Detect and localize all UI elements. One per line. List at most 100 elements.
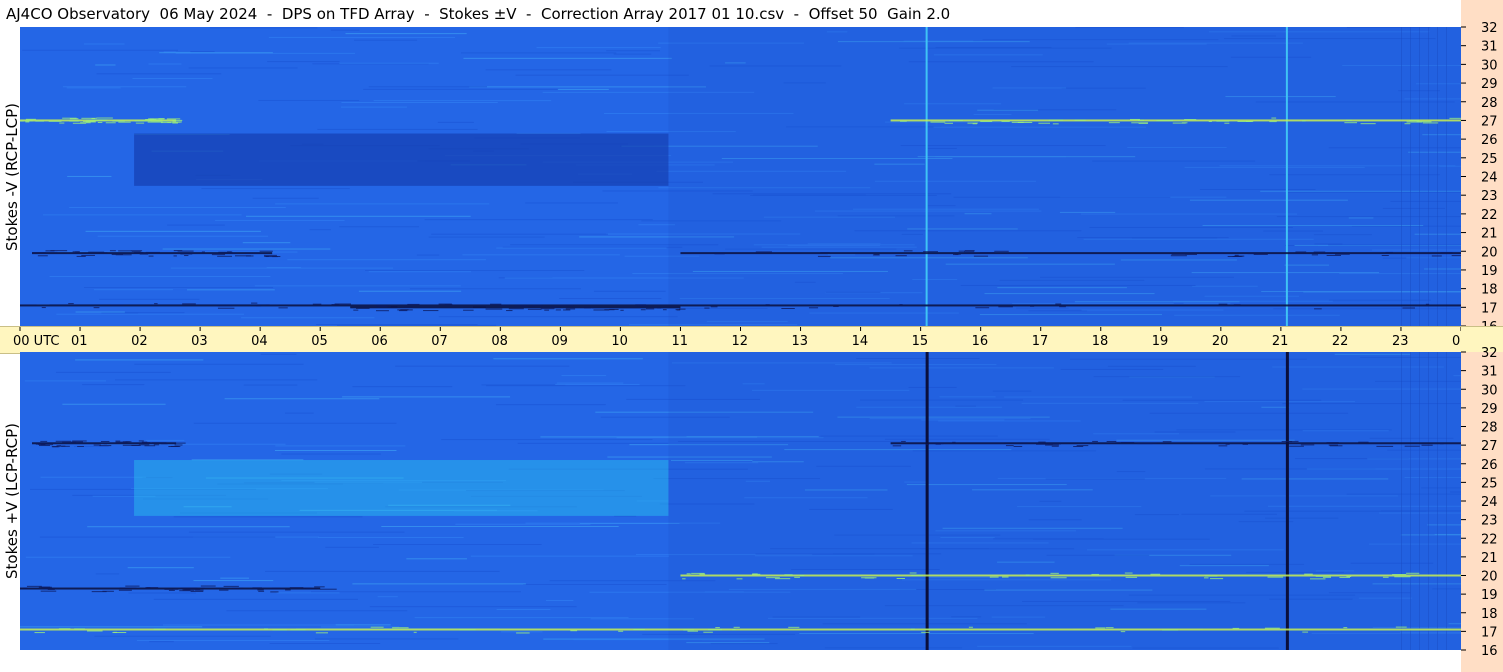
freq-tick-label: 28	[1481, 421, 1498, 436]
band-speckle	[190, 590, 204, 592]
band-speckle	[820, 252, 830, 254]
band-speckle	[115, 440, 121, 442]
band-speckle	[36, 442, 52, 444]
band-speckle	[172, 121, 182, 123]
noise-streak	[209, 27, 318, 29]
band-speckle	[1023, 252, 1040, 254]
band-speckle	[182, 303, 196, 305]
band-speckle	[1394, 576, 1411, 578]
band-speckle	[438, 303, 452, 305]
noise-streak	[153, 598, 359, 600]
noise-streak	[339, 62, 439, 64]
noise-streak	[275, 203, 490, 205]
band-speckle	[1381, 255, 1389, 257]
band-speckle	[139, 253, 149, 255]
band-speckle	[93, 307, 100, 309]
noise-streak	[555, 383, 640, 385]
band-speckle	[76, 255, 86, 257]
band-speckle	[1311, 254, 1319, 256]
band-speckle	[1137, 443, 1153, 445]
band-speckle	[1395, 626, 1407, 628]
noise-streak	[99, 298, 200, 300]
noise-streak	[373, 100, 552, 102]
band-speckle	[1409, 120, 1420, 122]
noise-streak	[317, 128, 478, 130]
band-speckle	[211, 254, 226, 256]
band-speckle	[91, 591, 107, 593]
vertical-line-dark	[1285, 352, 1289, 650]
band-speckle	[896, 577, 905, 579]
band-speckle	[25, 121, 30, 123]
band-speckle	[51, 446, 59, 448]
band-speckle	[508, 308, 524, 310]
time-tick-label: 14	[852, 334, 869, 349]
freq-tick-label: 17	[1481, 301, 1498, 316]
band-speckle	[138, 440, 144, 442]
band-speckle	[270, 591, 279, 593]
band-speckle	[1013, 445, 1023, 447]
time-tick-label: 19	[1152, 334, 1169, 349]
band-speckle	[1115, 442, 1127, 444]
band-speckle	[1431, 255, 1442, 257]
band-speckle	[1404, 123, 1411, 125]
noise-streak	[517, 442, 669, 444]
band-speckle	[103, 443, 107, 445]
band-speckle	[1078, 442, 1095, 444]
noise-streak	[287, 259, 486, 261]
freq-tick-label: 26	[1481, 458, 1498, 473]
frequency-axis-top-ticks: 1617181920212223242526272829303132	[1461, 21, 1498, 335]
band-speckle	[1170, 255, 1187, 257]
band-speckle	[314, 586, 325, 588]
band-bright	[20, 628, 1461, 631]
band-speckle	[234, 255, 251, 257]
band-speckle	[1440, 443, 1444, 445]
noise-streak	[424, 219, 653, 221]
band-speckle	[1233, 304, 1241, 306]
noise-streak	[363, 88, 559, 90]
band-speckle	[921, 631, 930, 633]
noise-streak	[495, 404, 606, 406]
noise-streak	[269, 642, 381, 644]
band-speckle	[527, 308, 542, 310]
noise-streak	[536, 47, 661, 49]
band-speckle	[593, 309, 610, 311]
band-speckle	[708, 629, 722, 631]
noise-streak	[409, 288, 581, 290]
freq-tick-label: 20	[1481, 245, 1498, 260]
band-speckle	[144, 445, 156, 447]
band-speckle	[20, 120, 24, 122]
band-speckle	[1402, 307, 1416, 309]
band-dark	[20, 304, 1461, 307]
noise-streak	[265, 570, 500, 572]
noise-streak	[341, 102, 498, 104]
band-speckle	[1425, 303, 1430, 305]
noise-streak	[24, 380, 107, 382]
band-speckle	[1106, 441, 1117, 443]
band-speckle	[141, 441, 148, 443]
band-speckle	[930, 121, 946, 123]
band-speckle	[953, 254, 959, 256]
band-speckle	[1406, 572, 1420, 574]
band-speckle	[259, 250, 273, 252]
noise-streak	[167, 224, 225, 226]
band-speckle	[1209, 578, 1224, 580]
noise-streak	[341, 106, 407, 108]
noise-streak	[254, 285, 461, 287]
freq-tick-label: 18	[1481, 607, 1498, 622]
y-axis-label-top: Stokes -V (RCP-LCP)	[3, 103, 21, 251]
band-speckle	[704, 307, 710, 309]
band-speckle	[134, 251, 144, 253]
freq-tick-label: 20	[1481, 570, 1498, 585]
band-speckle	[544, 309, 550, 311]
noise-streak	[613, 53, 652, 55]
noise-streak	[406, 558, 467, 560]
band-speckle	[1344, 122, 1358, 124]
noise-streak	[215, 219, 345, 221]
band-speckle	[131, 250, 141, 252]
band-speckle	[145, 251, 160, 253]
freq-tick-label: 30	[1481, 58, 1498, 73]
noise-streak	[136, 640, 330, 642]
band-speckle	[973, 255, 989, 257]
band-speckle	[423, 310, 439, 312]
time-tick-label: 10	[611, 334, 628, 349]
